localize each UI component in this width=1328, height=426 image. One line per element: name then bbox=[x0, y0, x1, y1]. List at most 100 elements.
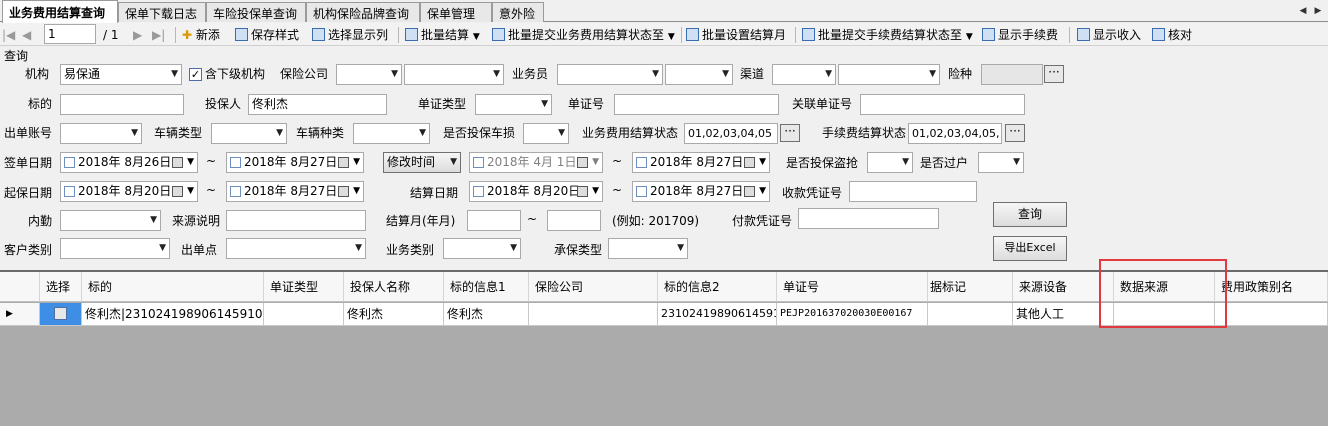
start-date-to[interactable]: 2018年 8月27日 ▼ bbox=[226, 181, 364, 202]
receipt-input[interactable] bbox=[849, 181, 977, 202]
theft-select[interactable]: ▼ bbox=[867, 152, 913, 173]
last-page-icon[interactable]: ▶| bbox=[152, 26, 165, 44]
org-label: 机构 bbox=[25, 67, 50, 81]
salesman-select-b[interactable]: ▼ bbox=[665, 64, 733, 85]
calendar-icon bbox=[744, 186, 755, 197]
doc-type-cell[interactable] bbox=[264, 303, 344, 326]
column-header-doc-type[interactable]: 单证类型 bbox=[264, 272, 344, 302]
vehicle-kind-label: 车辆种类 bbox=[296, 126, 345, 140]
underwrite-select[interactable]: ▼ bbox=[608, 238, 688, 259]
vehicle-type-select[interactable]: ▼ bbox=[211, 123, 287, 144]
show-income-button[interactable]: 显示收入 bbox=[1077, 26, 1141, 44]
sign-date-to[interactable]: 2018年 8月27日 ▼ bbox=[226, 152, 364, 173]
doc-no-input[interactable] bbox=[614, 94, 779, 115]
tab-scroll-right-icon[interactable]: ▶ bbox=[1311, 4, 1325, 18]
target-cell[interactable]: 佟利杰|231024198906145910 bbox=[82, 303, 264, 326]
prev-page-icon[interactable]: ◀ bbox=[22, 26, 31, 44]
tab-policy-download-log[interactable]: 保单下载日志 bbox=[118, 2, 206, 22]
batch-submit-fee-button[interactable]: 批量提交手续费结算状态至 ▼ bbox=[802, 26, 973, 44]
next-page-icon[interactable]: ▶ bbox=[133, 26, 142, 44]
sub-org-checkbox[interactable]: ✓ bbox=[189, 68, 202, 81]
doc-type-select[interactable]: ▼ bbox=[475, 94, 552, 115]
reconcile-button[interactable]: 核对 bbox=[1152, 26, 1192, 44]
channel-select-a[interactable]: ▼ bbox=[772, 64, 836, 85]
outlet-label: 出单点 bbox=[181, 243, 218, 257]
tab-accident-insurance[interactable]: 意外险 bbox=[492, 2, 544, 22]
row-select-checkbox[interactable] bbox=[54, 307, 67, 320]
customer-select[interactable]: ▼ bbox=[60, 238, 170, 259]
insurer-select-a[interactable]: ▼ bbox=[336, 64, 402, 85]
mark-cell[interactable] bbox=[928, 303, 1013, 326]
risk-picker-button[interactable]: ··· bbox=[1044, 65, 1064, 83]
insured-input[interactable]: 佟利杰 bbox=[248, 94, 387, 115]
row-indicator-icon: ▶ bbox=[0, 303, 40, 326]
choose-columns-button[interactable]: 选择显示列 bbox=[312, 26, 388, 44]
pay-voucher-input[interactable] bbox=[798, 208, 939, 229]
tab-auto-proposal-query[interactable]: 车险投保单查询 bbox=[206, 2, 306, 22]
export-excel-button[interactable]: 导出Excel bbox=[993, 236, 1067, 261]
salesman-select-a[interactable]: ▼ bbox=[557, 64, 663, 85]
underwrite-label: 承保类型 bbox=[554, 243, 603, 257]
batch-submit-biz-button[interactable]: 批量提交业务费用结算状态至 ▼ bbox=[492, 26, 675, 44]
tab-policy-management[interactable]: 保单管理 bbox=[420, 2, 492, 22]
biz-type-select[interactable]: ▼ bbox=[443, 238, 521, 259]
target-input[interactable] bbox=[60, 94, 184, 115]
sign-date-from[interactable]: 2018年 8月26日 ▼ bbox=[60, 152, 198, 173]
column-header-doc-no[interactable]: 单证号 bbox=[777, 272, 928, 302]
doc-no-cell[interactable]: PEJP201637020030E00167 bbox=[777, 303, 928, 326]
tab-biz-fee-settle-query[interactable]: 业务费用结算查询 bbox=[2, 0, 118, 23]
settle-month-to[interactable] bbox=[547, 210, 601, 231]
car-damage-label: 是否投保车损 bbox=[443, 126, 516, 140]
policy-alias-cell[interactable] bbox=[1215, 303, 1328, 326]
column-header-mark[interactable]: 据标记 bbox=[928, 272, 1013, 302]
info2-cell[interactable]: 231024198906145910 bbox=[658, 303, 777, 326]
first-page-icon[interactable]: |◀ bbox=[2, 26, 15, 44]
insurer-cell[interactable] bbox=[529, 303, 658, 326]
column-header-target[interactable]: 标的 bbox=[82, 272, 264, 302]
account-select[interactable]: ▼ bbox=[60, 123, 142, 144]
modify-date-from[interactable]: 2018年 4月 1日 ▼ bbox=[469, 152, 603, 173]
show-fee-button[interactable]: 显示手续费 bbox=[982, 26, 1058, 44]
batch-settle-button[interactable]: 批量结算 ▼ bbox=[405, 26, 480, 44]
column-header-insurer[interactable]: 保险公司 bbox=[529, 272, 658, 302]
channel-select-b[interactable]: ▼ bbox=[838, 64, 940, 85]
page-number-input[interactable]: 1 bbox=[44, 24, 96, 44]
transfer-select[interactable]: ▼ bbox=[978, 152, 1024, 173]
save-style-button[interactable]: 保存样式 bbox=[235, 26, 299, 44]
batch-set-month-button[interactable]: 批量设置结算月 bbox=[686, 26, 786, 44]
settle-date-to[interactable]: 2018年 8月27日 ▼ bbox=[632, 181, 770, 202]
settle-month-from[interactable] bbox=[467, 210, 521, 231]
column-header-info2[interactable]: 标的信息2 bbox=[658, 272, 777, 302]
column-header-select[interactable]: 选择 bbox=[40, 272, 82, 302]
query-button[interactable]: 查询 bbox=[993, 202, 1067, 227]
org-select[interactable]: 易保通 ▼ bbox=[60, 64, 182, 85]
vehicle-kind-select[interactable]: ▼ bbox=[353, 123, 430, 144]
info1-cell[interactable]: 佟利杰 bbox=[444, 303, 529, 326]
date-field-select[interactable]: 修改时间 ▼ bbox=[383, 152, 461, 173]
outlet-select[interactable]: ▼ bbox=[226, 238, 366, 259]
tab-scroll-left-icon[interactable]: ◀ bbox=[1296, 4, 1310, 18]
insurer-select-b[interactable]: ▼ bbox=[404, 64, 504, 85]
insured-cell[interactable]: 佟利杰 bbox=[344, 303, 444, 326]
fee-status-input[interactable]: 01,02,03,04,05, bbox=[908, 123, 1002, 144]
column-header-insured[interactable]: 投保人名称 bbox=[344, 272, 444, 302]
select-cell[interactable] bbox=[40, 303, 82, 326]
tab-org-brand-query[interactable]: 机构保险品牌查询 bbox=[306, 2, 420, 22]
car-damage-select[interactable]: ▼ bbox=[523, 123, 569, 144]
internal-select[interactable]: ▼ bbox=[60, 210, 161, 231]
biz-status-input[interactable]: 01,02,03,04,05 bbox=[684, 123, 778, 144]
column-header-policy-alias[interactable]: 费用政策别名 bbox=[1215, 272, 1328, 302]
start-date-from[interactable]: 2018年 8月20日 ▼ bbox=[60, 181, 198, 202]
rel-doc-input[interactable] bbox=[860, 94, 1025, 115]
source-desc-input[interactable] bbox=[226, 210, 366, 231]
salesman-label: 业务员 bbox=[512, 67, 549, 81]
calendar-icon bbox=[172, 157, 183, 168]
fee-status-picker-button[interactable]: ··· bbox=[1005, 124, 1025, 142]
modify-date-to[interactable]: 2018年 8月27日 ▼ bbox=[632, 152, 770, 173]
column-header-info1[interactable]: 标的信息1 bbox=[444, 272, 529, 302]
biz-status-picker-button[interactable]: ··· bbox=[780, 124, 800, 142]
submit-icon bbox=[802, 28, 815, 41]
add-button[interactable]: ✚ 新添 bbox=[182, 26, 220, 44]
settle-date-from[interactable]: 2018年 8月20日 ▼ bbox=[469, 181, 603, 202]
vehicle-type-label: 车辆类型 bbox=[154, 126, 203, 140]
